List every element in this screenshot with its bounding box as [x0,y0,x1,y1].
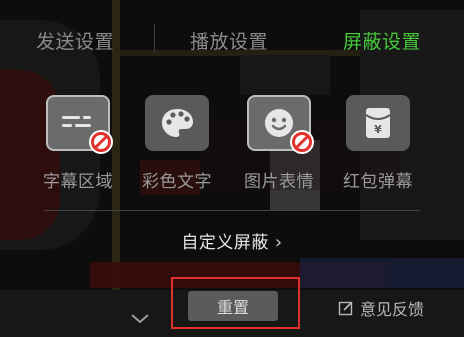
tab-divider [154,24,155,52]
block-option-label: 红包弹幕 [343,172,413,192]
emoji-icon [247,95,314,154]
custom-block-link[interactable]: 自定义屏蔽 › [0,228,464,253]
reset-button[interactable]: 重置 [188,291,278,321]
block-option-label: 彩色文字 [142,172,212,192]
custom-block-label: 自定义屏蔽 [181,233,269,253]
palette-icon [145,95,209,151]
block-option-label: 图片表情 [244,172,314,192]
subtitle-icon [46,95,113,154]
red-envelope-icon: ¥ [346,95,410,151]
tab-send-settings[interactable]: 发送设置 [36,27,114,54]
block-option-image-emoji[interactable]: 图片表情 [234,95,324,195]
blocked-icon [290,130,314,154]
edit-icon [338,301,353,316]
block-option-red-envelope[interactable]: ¥ 红包弹幕 [333,95,423,195]
divider [44,210,420,211]
feedback-link[interactable]: 意见反馈 [338,296,424,320]
feedback-label: 意见反馈 [360,300,425,319]
block-option-subtitle-area[interactable]: 字幕区域 [33,95,123,195]
danmaku-settings-panel: 发送设置 播放设置 屏蔽设置 字幕区域 彩色文字 图片表情 ¥ 红包弹幕 自定义… [0,0,464,337]
tab-block-settings[interactable]: 屏蔽设置 [343,27,421,54]
block-options: 字幕区域 彩色文字 图片表情 ¥ 红包弹幕 [0,95,464,195]
svg-text:¥: ¥ [374,123,382,136]
chevron-right-icon: › [274,232,283,253]
block-option-label: 字幕区域 [43,172,113,192]
chevron-down-icon[interactable] [130,310,150,329]
tab-play-settings[interactable]: 播放设置 [190,27,268,54]
blocked-icon [89,130,113,154]
block-option-colored-text[interactable]: 彩色文字 [132,95,222,195]
settings-tabs: 发送设置 播放设置 屏蔽设置 [0,0,464,80]
